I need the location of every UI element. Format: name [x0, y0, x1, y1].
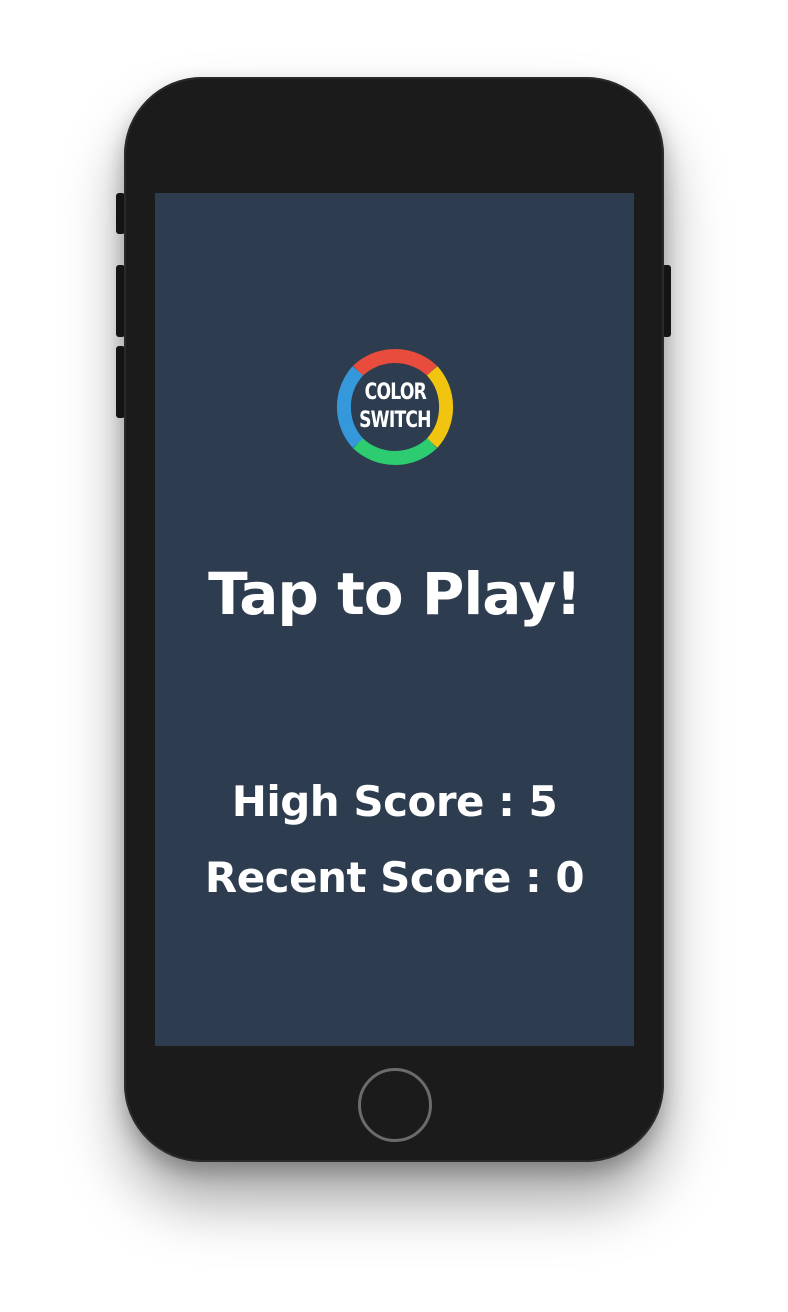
logo-line-switch: SWITCH	[359, 408, 431, 433]
recent-score-label: Recent Score : 0	[204, 853, 585, 902]
color-switch-logo: COLOR SWITCH	[333, 345, 457, 469]
high-score-label: High Score : 5	[231, 777, 558, 826]
logo-line-color: COLOR	[364, 380, 426, 405]
tap-to-play-prompt[interactable]: Tap to Play!	[155, 559, 634, 629]
logo-text: COLOR SWITCH	[333, 345, 457, 469]
home-button[interactable]	[358, 1068, 432, 1142]
stage: COLOR SWITCH Tap to Play! High Score : 5…	[0, 0, 788, 1312]
game-screen[interactable]: COLOR SWITCH Tap to Play! High Score : 5…	[155, 193, 634, 1046]
